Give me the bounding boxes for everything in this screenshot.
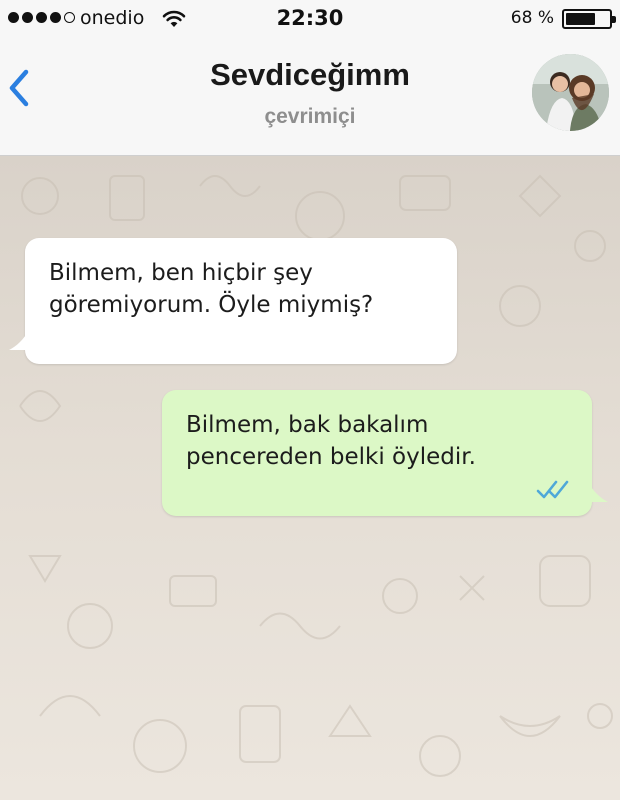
contact-status: çevrimiçi — [264, 105, 356, 128]
battery-fill — [566, 13, 595, 25]
chat-area[interactable]: Bilmem, ben hiçbir şey göremiyorum. Öyle… — [0, 156, 620, 800]
message-text: Bilmem, bak bakalım pencereden belki öyl… — [186, 412, 476, 470]
incoming-message[interactable]: Bilmem, ben hiçbir şey göremiyorum. Öyle… — [9, 238, 457, 364]
bubble-tail — [588, 482, 608, 502]
message-text: Bilmem, ben hiçbir şey göremiyorum. Öyle… — [49, 260, 374, 318]
battery-percentage: 68 % — [510, 8, 554, 28]
status-bar: onedio 22:30 68 % — [0, 0, 620, 38]
outgoing-message[interactable]: Bilmem, bak bakalım pencereden belki öyl… — [162, 390, 608, 516]
battery-icon — [562, 9, 616, 29]
avatar-photo — [532, 54, 609, 131]
contact-name[interactable]: Sevdiceğimm — [0, 57, 620, 93]
avatar[interactable] — [532, 54, 609, 131]
double-check-icon — [536, 480, 569, 499]
bubble-tail — [9, 330, 29, 350]
chat-header: Sevdiceğimm çevrimiçi — [0, 38, 620, 156]
